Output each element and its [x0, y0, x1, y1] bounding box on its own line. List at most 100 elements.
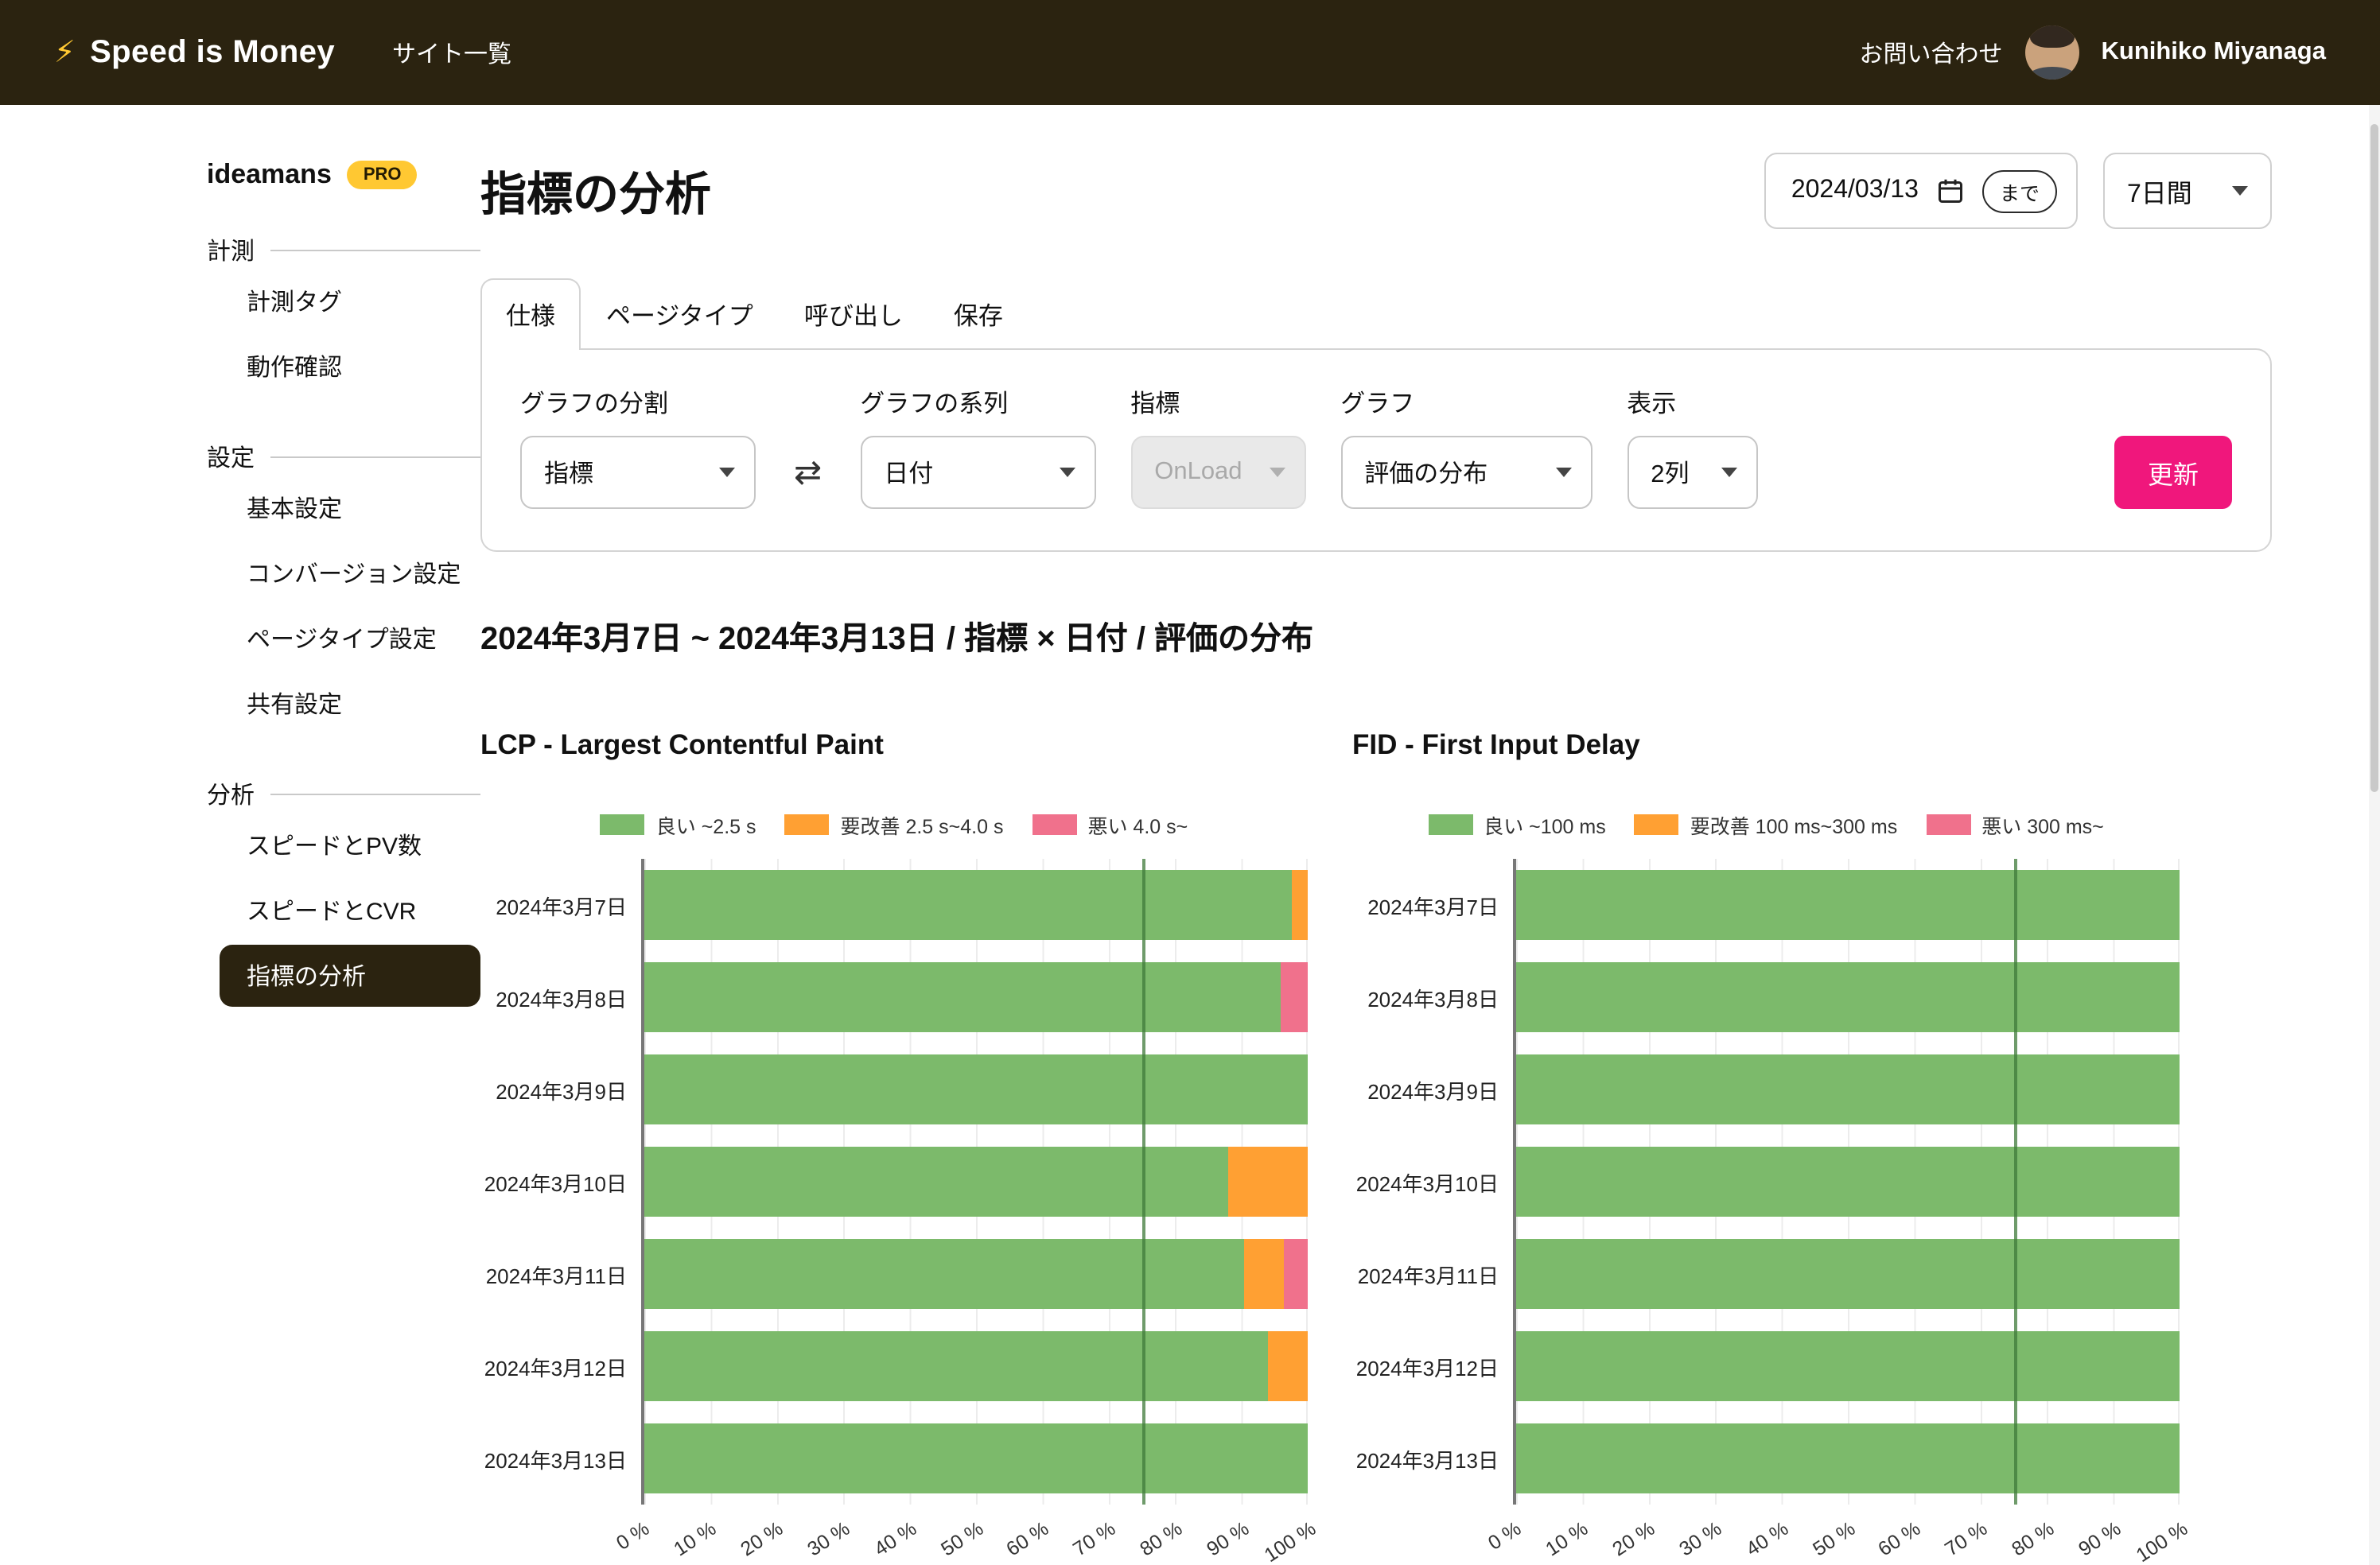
sidebar-item-share-settings[interactable]: 共有設定	[207, 673, 480, 735]
plot-area	[641, 859, 1308, 1505]
filter-row: グラフの分割 指標 ⇄ グラフの系列 日付	[520, 385, 2232, 509]
y-axis-label: 2024年3月7日	[480, 870, 627, 940]
chevron-down-icon	[2232, 186, 2248, 196]
split-select[interactable]: 指標	[520, 436, 756, 509]
bar-segment	[1516, 1147, 2180, 1217]
swap-axes-button[interactable]: ⇄	[791, 436, 825, 509]
display-select[interactable]: 2列	[1627, 436, 1757, 509]
sidebar-item-basic-settings[interactable]: 基本設定	[207, 477, 480, 539]
page-header: 指標の分析 2024/03/13 まで 7日間	[480, 153, 2272, 229]
sidebar-item-metric-analysis[interactable]: 指標の分析	[220, 945, 480, 1007]
legend-swatch	[1926, 814, 1970, 835]
y-axis-labels: 2024年3月7日2024年3月8日2024年3月9日2024年3月10日202…	[1352, 859, 1499, 1505]
tab-bar: 仕様 ページタイプ 呼び出し 保存	[480, 277, 2272, 348]
avatar-hair	[2030, 25, 2075, 48]
page-body: ideamans PRO 計測 計測タグ 動作確認 設定 基本設定 コンバージョ…	[0, 105, 2380, 1565]
bar-row	[644, 1239, 1308, 1309]
filter-label: グラフ	[1340, 385, 1592, 420]
pro-badge: PRO	[348, 161, 418, 189]
filter-group-metric: 指標 OnLoad	[1130, 385, 1305, 509]
filter-label: 指標	[1130, 385, 1305, 420]
bar-row	[644, 1147, 1308, 1217]
org-name: ideamans	[207, 159, 332, 191]
sidebar-item-operation-check[interactable]: 動作確認	[207, 336, 480, 398]
legend-item[interactable]: 要改善 2.5 s~4.0 s	[785, 810, 1004, 840]
filter-group-graph: グラフ 評価の分布	[1340, 385, 1592, 509]
legend-swatch	[1032, 814, 1076, 835]
y-axis-label: 2024年3月11日	[480, 1239, 627, 1309]
reference-line	[1142, 859, 1145, 1505]
tab-spec[interactable]: 仕様	[480, 278, 581, 350]
section-header: 計測	[207, 234, 480, 267]
y-axis-label: 2024年3月13日	[1352, 1423, 1499, 1493]
bar-row	[1516, 1147, 2180, 1217]
sidebar-item-conversion-settings[interactable]: コンバージョン設定	[207, 542, 480, 604]
update-button[interactable]: 更新	[2114, 436, 2232, 509]
tab-call[interactable]: 呼び出し	[779, 278, 928, 350]
chart-title: LCP - Largest Contentful Paint	[480, 728, 1308, 762]
legend-item[interactable]: 悪い 4.0 s~	[1032, 810, 1188, 840]
bar-segment	[644, 1423, 1308, 1493]
y-axis-label: 2024年3月11日	[1352, 1239, 1499, 1309]
app-logo: ⚡ Speed is Money	[54, 34, 335, 71]
legend-swatch	[601, 814, 645, 835]
filter-group-series: グラフの系列 日付	[860, 385, 1095, 509]
bar-row	[644, 1054, 1308, 1124]
legend-label: 要改善 100 ms~300 ms	[1690, 810, 1898, 840]
bar-row	[1516, 1331, 2180, 1401]
tab-pagetype[interactable]: ページタイプ	[581, 278, 779, 350]
bar-segment	[644, 1054, 1308, 1124]
y-axis-label: 2024年3月10日	[1352, 1147, 1499, 1217]
sidebar-section-settings: 設定 基本設定 コンバージョン設定 ページタイプ設定 共有設定	[207, 441, 480, 735]
graph-select[interactable]: 評価の分布	[1340, 436, 1592, 509]
bar-row	[644, 962, 1308, 1032]
date-picker[interactable]: 2024/03/13 まで	[1764, 153, 2078, 229]
nav-contact[interactable]: お問い合わせ	[1859, 36, 2002, 69]
avatar-shirt	[2028, 67, 2076, 80]
y-axis-label: 2024年3月7日	[1352, 870, 1499, 940]
date-value[interactable]: 2024/03/13	[1791, 177, 1919, 205]
user-avatar[interactable]	[2025, 25, 2079, 80]
sidebar-item-measure-tag[interactable]: 計測タグ	[207, 270, 480, 332]
chart-title: FID - First Input Delay	[1352, 728, 2180, 762]
graph-select-value: 評価の分布	[1364, 455, 1488, 490]
y-axis-label: 2024年3月13日	[480, 1423, 627, 1493]
bar-segment	[1268, 1331, 1308, 1401]
section-label: 計測	[207, 234, 255, 267]
legend-item[interactable]: 悪い 300 ms~	[1926, 810, 2104, 840]
bar-segment	[1516, 962, 2180, 1032]
legend-item[interactable]: 良い ~100 ms	[1428, 810, 1606, 840]
section-label: 分析	[207, 778, 255, 811]
chevron-down-icon	[1059, 468, 1075, 477]
bar-segment	[644, 1147, 1228, 1217]
bar-row	[1516, 1239, 2180, 1309]
legend-swatch	[1428, 814, 1472, 835]
y-axis-label: 2024年3月12日	[1352, 1331, 1499, 1401]
user-name[interactable]: Kunihiko Miyanaga	[2102, 38, 2327, 67]
section-header: 分析	[207, 778, 480, 811]
bar-row	[644, 1331, 1308, 1401]
lcp-chart: LCP - Largest Contentful Paint 良い ~2.5 s…	[480, 728, 1308, 1565]
chart-legend: 良い ~100 ms 要改善 100 ms~300 ms 悪い 300 ms~	[1352, 810, 2180, 840]
section-divider	[270, 250, 480, 251]
legend-item[interactable]: 要改善 100 ms~300 ms	[1635, 810, 1898, 840]
bar-segment	[644, 962, 1281, 1032]
legend-item[interactable]: 良い ~2.5 s	[601, 810, 756, 840]
scrollbar-thumb[interactable]	[2370, 124, 2378, 792]
sidebar-item-speed-cvr[interactable]: スピードとCVR	[207, 880, 480, 942]
filter-label: グラフの分割	[520, 385, 756, 420]
nav-site-list[interactable]: サイト一覧	[392, 36, 511, 69]
fid-chart: FID - First Input Delay 良い ~100 ms 要改善 10…	[1352, 728, 2180, 1565]
filter-group-split: グラフの分割 指標	[520, 385, 756, 509]
x-axis-ticks: 0 %10 %20 %30 %40 %50 %60 %70 %80 %90 %1…	[641, 1505, 1308, 1565]
period-value: 7日間	[2127, 172, 2192, 210]
y-axis-label: 2024年3月12日	[480, 1331, 627, 1401]
series-select[interactable]: 日付	[860, 436, 1095, 509]
sidebar-item-speed-pv[interactable]: スピードとPV数	[207, 814, 480, 876]
bar-row	[1516, 1423, 2180, 1493]
period-select[interactable]: 7日間	[2103, 153, 2272, 229]
scrollbar[interactable]	[2369, 105, 2380, 1565]
filter-panel: グラフの分割 指標 ⇄ グラフの系列 日付	[480, 348, 2272, 552]
tab-save[interactable]: 保存	[928, 278, 1029, 350]
sidebar-item-pagetype-settings[interactable]: ページタイプ設定	[207, 608, 480, 670]
